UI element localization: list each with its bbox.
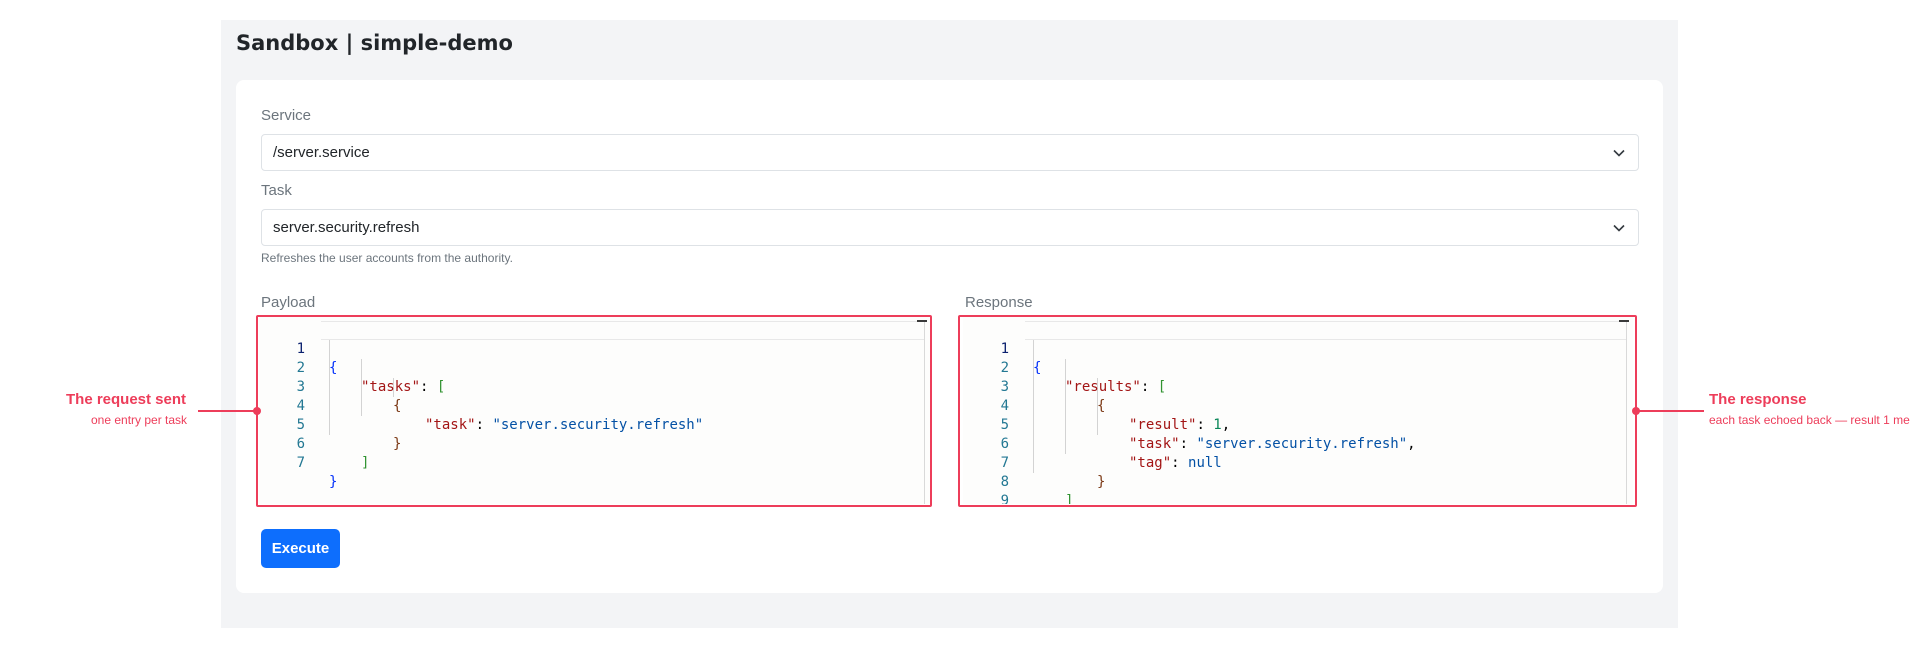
response-annotation-leader	[1636, 410, 1704, 412]
page-title: Sandbox | simple-demo	[236, 31, 513, 55]
service-label: Service	[261, 107, 312, 124]
response-annotation-subtitle: each task echoed back — result 1 me	[1709, 413, 1910, 427]
chevron-down-icon	[1613, 149, 1625, 157]
request-annotation-title: The request sent	[66, 391, 187, 408]
task-select[interactable]: server.security.refresh	[261, 209, 1639, 246]
chevron-down-icon	[1613, 224, 1625, 232]
page: Sandbox | simple-demo Service /server.se…	[0, 0, 1920, 645]
request-annotation-subtitle: one entry per task	[91, 413, 188, 427]
payload-highlight-box	[256, 315, 932, 507]
task-help-text: Refreshes the user accounts from the aut…	[261, 251, 513, 265]
service-select-value: /server.service	[273, 144, 370, 161]
task-label: Task	[261, 182, 292, 199]
response-label: Response	[965, 294, 1033, 311]
request-annotation-dot	[253, 407, 261, 415]
response-highlight-box	[958, 315, 1637, 507]
payload-label: Payload	[261, 294, 316, 311]
response-annotation-title: The response	[1709, 391, 1807, 408]
task-select-value: server.security.refresh	[273, 219, 420, 236]
request-annotation-leader	[198, 410, 256, 412]
execute-button[interactable]: Execute	[261, 529, 340, 568]
service-select[interactable]: /server.service	[261, 134, 1639, 171]
